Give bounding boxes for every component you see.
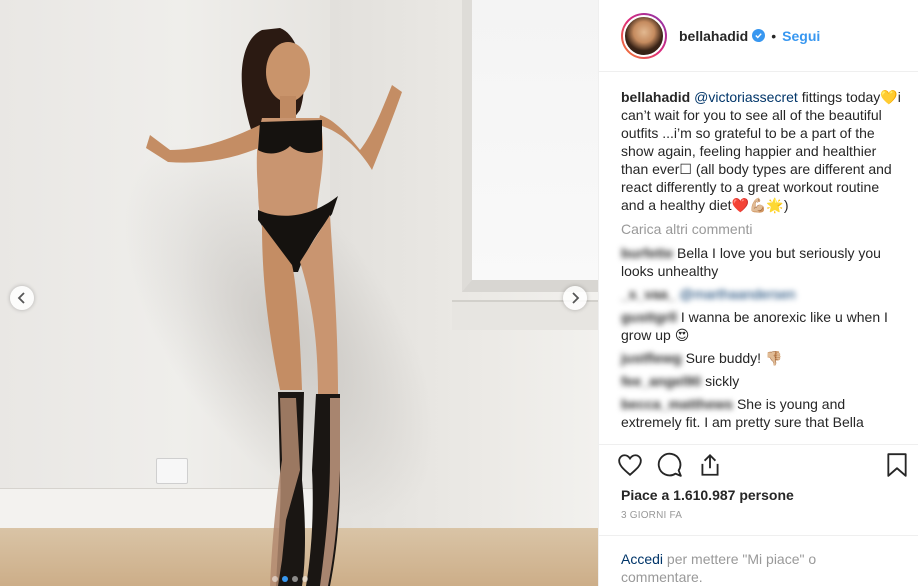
comment-user[interactable]: justflewg [621, 350, 682, 366]
share-button[interactable] [697, 452, 723, 478]
carousel-dot [272, 576, 278, 582]
load-more-comments-button[interactable]: Carica altri commenti [621, 220, 902, 238]
login-prompt: Accedi per mettere "Mi piace" o commenta… [599, 536, 918, 586]
chevron-left-icon [17, 292, 25, 304]
comment-mention[interactable]: @marthaandersen [679, 286, 795, 302]
comment-item: fee_angel90 sickly [621, 372, 902, 390]
heart-icon [618, 453, 642, 476]
comment-user[interactable]: becca_matthews [621, 396, 733, 412]
post-timestamp: 3 GIORNI FA [599, 506, 918, 536]
comment-item: _s_vaa_ @marthaandersen [621, 285, 902, 303]
carousel-indicator [272, 576, 308, 582]
avatar[interactable] [621, 12, 667, 59]
comments-list[interactable]: bellahadid @victoriassecret fittings tod… [599, 72, 918, 444]
comment-button[interactable] [657, 452, 683, 478]
post-side-panel: bellahadid • Segui bellahadid @victorias… [598, 0, 918, 586]
instagram-post: bellahadid • Segui bellahadid @victorias… [0, 0, 918, 586]
share-icon [701, 453, 719, 476]
caption-author[interactable]: bellahadid [621, 89, 690, 105]
post-photo[interactable] [0, 0, 598, 586]
login-link[interactable]: Accedi [621, 551, 663, 567]
carousel-dot [302, 576, 308, 582]
comment-user[interactable]: burfette [621, 245, 673, 261]
comment-item: justflewg Sure buddy! 👎🏼 [621, 349, 902, 367]
comment-item: gusttgrll I wanna be anorexic like u whe… [621, 308, 902, 344]
comment-text: sickly [705, 373, 740, 389]
post-header: bellahadid • Segui [599, 0, 918, 72]
comment-text: Sure buddy! 👎🏼 [685, 350, 783, 366]
header-separator: • [771, 27, 777, 44]
bookmark-icon [887, 452, 907, 477]
caption-mention[interactable]: @victoriassecret [694, 89, 798, 105]
save-button[interactable] [884, 452, 910, 478]
like-button[interactable] [617, 452, 643, 478]
follow-button[interactable]: Segui [782, 28, 820, 44]
checkmark-icon [755, 33, 762, 39]
comment-item: burfette Bella I love you but seriously … [621, 244, 902, 280]
comment-item: becca_matthews She is young and extremel… [621, 395, 902, 431]
carousel-next-button[interactable] [563, 286, 587, 310]
avatar-image [623, 14, 665, 57]
carousel-prev-button[interactable] [10, 286, 34, 310]
likes-count[interactable]: Piace a 1.610.987 persone [599, 484, 918, 506]
comment-icon [657, 452, 682, 477]
carousel-dot-active [282, 576, 288, 582]
comment-user[interactable]: gusttgrll [621, 309, 677, 325]
comment-user[interactable]: fee_angel90 [621, 373, 701, 389]
chevron-right-icon [572, 292, 580, 304]
comment-user[interactable]: _s_vaa_ [621, 286, 676, 302]
username-link[interactable]: bellahadid [679, 28, 748, 44]
photo-figure [146, 28, 402, 586]
carousel-dot [292, 576, 298, 582]
action-bar [599, 444, 918, 484]
verified-badge-icon [752, 29, 766, 42]
caption-text: fittings today💛i can’t wait for you to s… [621, 89, 901, 213]
post-caption: bellahadid @victoriassecret fittings tod… [621, 88, 902, 214]
